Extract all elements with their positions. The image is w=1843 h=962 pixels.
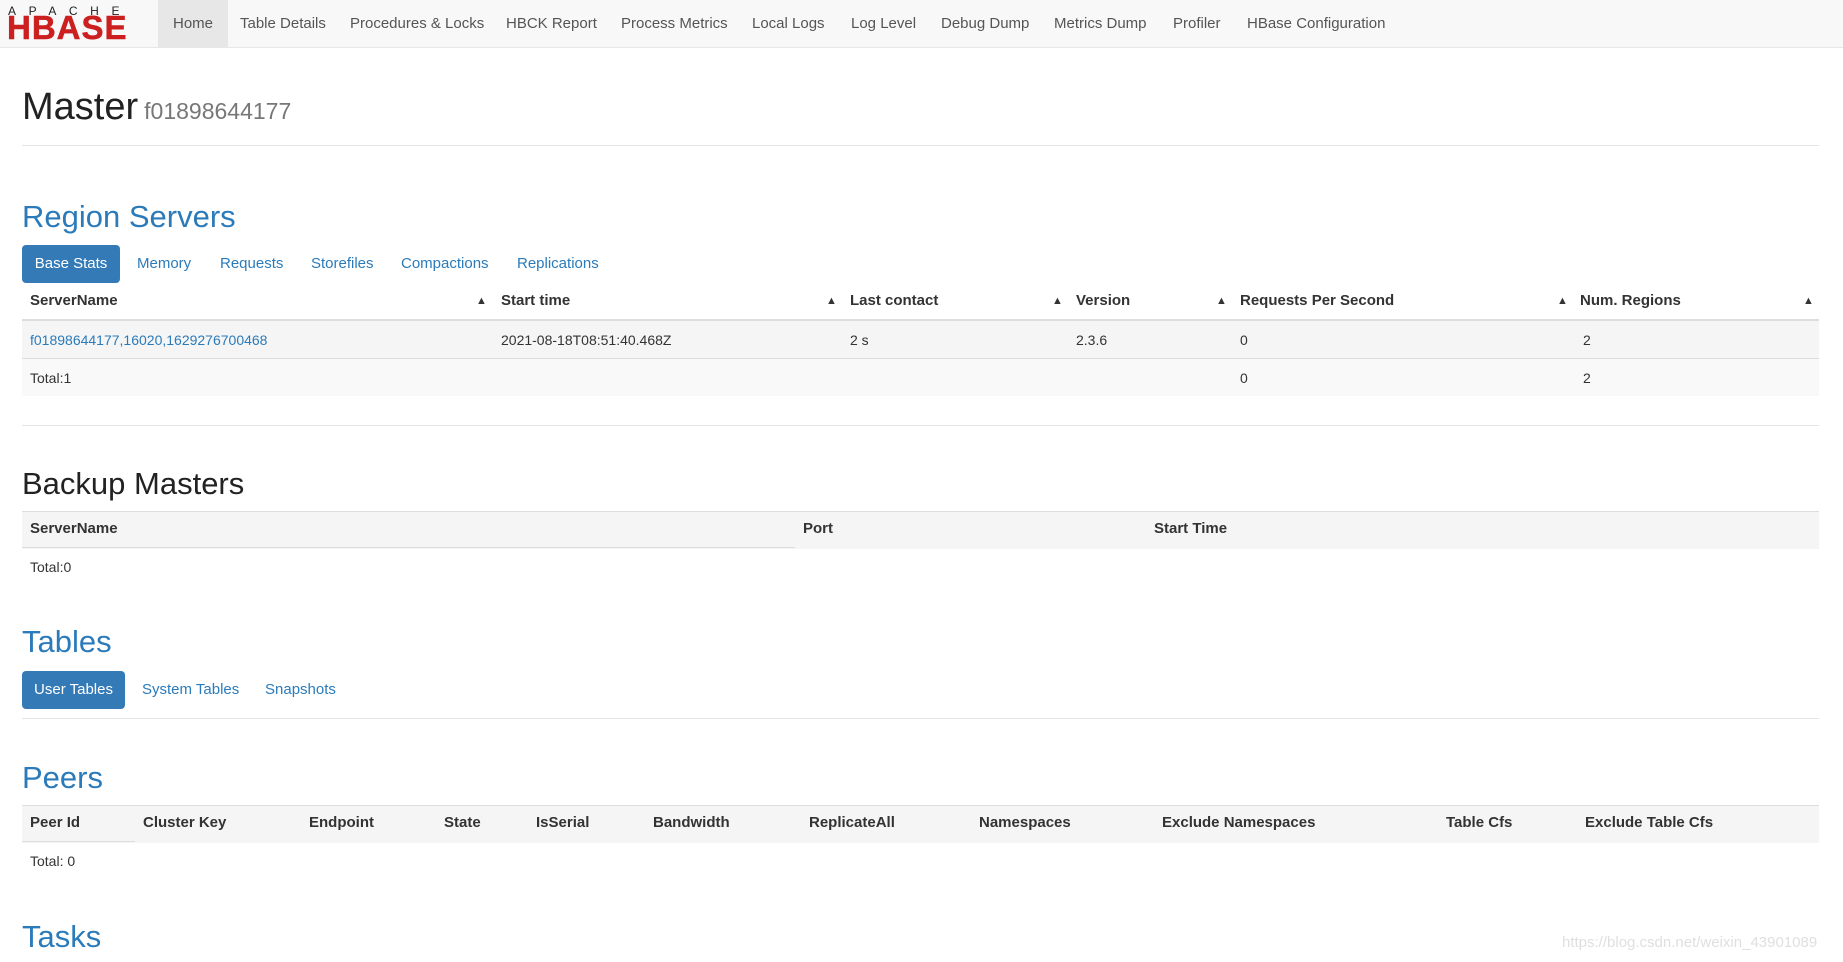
col-endpoint: Endpoint xyxy=(309,814,374,831)
table-total-row xyxy=(22,359,1819,396)
tables-divider xyxy=(22,718,1819,719)
backup-masters-header-underline xyxy=(22,547,795,548)
top-navbar: APACHE HBASE Home Table Details Procedur… xyxy=(0,0,1843,48)
master-hostname: f01898644177 xyxy=(144,98,292,124)
region-server-link[interactable]: f01898644177,16020,1629276700468 xyxy=(30,332,267,348)
cell-last-contact: 2 s xyxy=(850,332,869,348)
backup-masters-heading: Backup Masters xyxy=(22,466,245,501)
nav-table-details[interactable]: Table Details xyxy=(225,0,341,47)
cell-rps: 0 xyxy=(1240,332,1248,348)
col-exclude-namespaces: Exclude Namespaces xyxy=(1162,814,1316,831)
nav-home[interactable]: Home xyxy=(158,0,229,47)
cell-num-regions: 2 xyxy=(1583,332,1591,348)
sort-last-contact-icon[interactable]: ▲︎ xyxy=(1052,283,1063,319)
sort-rps-icon[interactable]: ▲︎ xyxy=(1557,283,1568,319)
total-regions: 2 xyxy=(1583,370,1591,386)
watermark: https://blog.csdn.net/weixin_43901089 xyxy=(1562,934,1818,951)
col-backup-port: Port xyxy=(803,520,833,537)
peers-total: Total: 0 xyxy=(30,853,76,869)
col-cluster-key: Cluster Key xyxy=(143,814,227,831)
col-isserial: IsSerial xyxy=(536,814,590,831)
sort-start-time-icon[interactable]: ▲︎ xyxy=(826,283,837,319)
col-exclude-table-cfs: Exclude Table Cfs xyxy=(1585,814,1714,831)
tab-user-tables[interactable]: User Tables xyxy=(22,671,125,709)
sort-version-icon[interactable]: ▲︎ xyxy=(1216,283,1227,319)
tab-system-tables[interactable]: System Tables xyxy=(128,671,253,709)
sort-num-regions-icon[interactable]: ▲︎ xyxy=(1803,283,1814,319)
col-peer-id: Peer Id xyxy=(30,814,81,831)
region-servers-heading: Region Servers xyxy=(22,199,236,234)
tab-memory[interactable]: Memory xyxy=(123,245,205,283)
col-table-cfs: Table Cfs xyxy=(1446,814,1513,831)
logo-hbase-text: HBASE xyxy=(7,9,128,46)
peers-heading: Peers xyxy=(22,760,103,795)
nav-hbck-report[interactable]: HBCK Report xyxy=(491,0,612,47)
title-divider xyxy=(22,145,1819,146)
backup-masters-header-row xyxy=(22,511,1819,549)
nav-profiler[interactable]: Profiler xyxy=(1158,0,1236,47)
nav-log-level[interactable]: Log Level xyxy=(836,0,931,47)
tasks-heading: Tasks xyxy=(22,919,102,954)
col-namespaces: Namespaces xyxy=(979,814,1071,831)
col-state: State xyxy=(444,814,481,831)
col-last-contact[interactable]: Last contact xyxy=(850,283,938,319)
nav-metrics-dump[interactable]: Metrics Dump xyxy=(1039,0,1162,47)
col-servername[interactable]: ServerName xyxy=(30,283,118,319)
nav-debug-dump[interactable]: Debug Dump xyxy=(926,0,1044,47)
col-version[interactable]: Version xyxy=(1076,283,1130,319)
total-rps: 0 xyxy=(1240,370,1248,386)
sort-servername-icon[interactable]: ▲︎ xyxy=(476,283,487,319)
peers-header-underline xyxy=(22,841,135,842)
nav-procedures-locks[interactable]: Procedures & Locks xyxy=(335,0,499,47)
nav-process-metrics[interactable]: Process Metrics xyxy=(606,0,743,47)
tables-heading: Tables xyxy=(22,624,112,659)
peers-header-row xyxy=(22,805,1819,843)
col-bandwidth: Bandwidth xyxy=(653,814,730,831)
col-replicateall: ReplicateAll xyxy=(809,814,895,831)
col-backup-start-time: Start Time xyxy=(1154,520,1228,537)
col-requests-per-second[interactable]: Requests Per Second xyxy=(1240,283,1394,319)
hbase-logo[interactable]: APACHE HBASE xyxy=(7,4,152,46)
table-row xyxy=(22,321,1819,359)
tab-snapshots[interactable]: Snapshots xyxy=(251,671,350,709)
page-title: Master f01898644177 xyxy=(22,86,291,129)
cell-start-time: 2021-08-18T08:51:40.468Z xyxy=(501,332,672,348)
tab-base-stats[interactable]: Base Stats xyxy=(22,245,120,283)
region-servers-divider xyxy=(22,425,1819,426)
tab-requests[interactable]: Requests xyxy=(206,245,297,283)
region-servers-total: Total:1 xyxy=(30,370,72,386)
nav-local-logs[interactable]: Local Logs xyxy=(737,0,840,47)
col-num-regions[interactable]: Num. Regions xyxy=(1580,283,1681,319)
tab-storefiles[interactable]: Storefiles xyxy=(297,245,388,283)
tab-compactions[interactable]: Compactions xyxy=(387,245,503,283)
cell-version: 2.3.6 xyxy=(1076,332,1108,348)
col-start-time[interactable]: Start time xyxy=(501,283,570,319)
page-title-text: Master xyxy=(22,86,139,128)
tab-replications[interactable]: Replications xyxy=(503,245,613,283)
backup-masters-total: Total:0 xyxy=(30,559,72,575)
nav-hbase-configuration[interactable]: HBase Configuration xyxy=(1232,0,1400,47)
col-backup-servername: ServerName xyxy=(30,520,118,537)
